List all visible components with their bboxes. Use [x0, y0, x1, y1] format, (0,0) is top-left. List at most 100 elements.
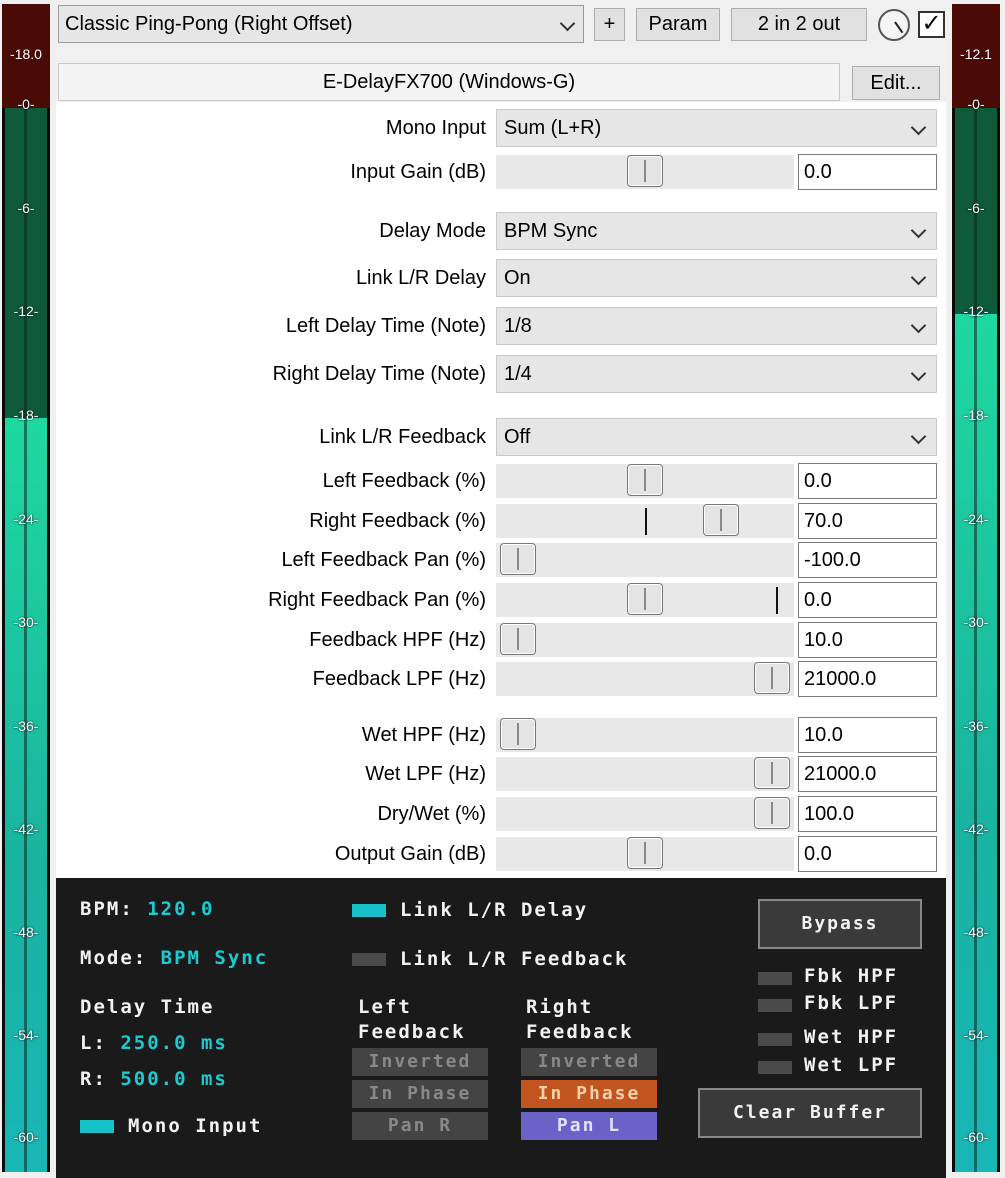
- wet-hpf-field[interactable]: 10.0: [798, 717, 937, 753]
- wet-hpf-slider[interactable]: [496, 718, 794, 752]
- left-feedback-pan-field[interactable]: -100.0: [798, 542, 937, 578]
- param-row-mono-input: Mono Input Sum (L+R): [56, 109, 946, 147]
- edit-button[interactable]: Edit...: [852, 66, 940, 100]
- mode-readout: Mode: BPM Sync: [80, 947, 268, 969]
- meter-center-line: [974, 108, 977, 1172]
- slider-thumb[interactable]: [627, 464, 663, 496]
- link-feedback-select[interactable]: Off: [496, 418, 937, 456]
- chevron-down-icon: [910, 428, 927, 445]
- mono-input-select[interactable]: Sum (L+R): [496, 109, 937, 147]
- left-inverted-indicator: Inverted: [352, 1048, 488, 1076]
- output-gain-field[interactable]: 0.0: [798, 836, 937, 872]
- right-feedback-field[interactable]: 70.0: [798, 503, 937, 539]
- feedback-hpf-field[interactable]: 10.0: [798, 622, 937, 658]
- param-label: Dry/Wet (%): [377, 803, 486, 825]
- clear-buffer-button[interactable]: Clear Buffer: [698, 1088, 922, 1138]
- left-delay-note-select[interactable]: 1/8: [496, 307, 937, 345]
- mono-input-label: Mono Input: [128, 1115, 263, 1137]
- left-level-meter: -18.0 -0- -6- -12- -18- -24- -30- -36- -…: [2, 4, 50, 1172]
- param-row-right-delay-note: Right Delay Time (Note) 1/4: [56, 355, 946, 393]
- param-label: Left Feedback Pan (%): [281, 549, 486, 571]
- param-button[interactable]: Param: [636, 8, 720, 41]
- param-row-feedback-hpf: Feedback HPF (Hz) 10.0: [56, 621, 946, 659]
- right-feedback-pan-slider[interactable]: [496, 583, 794, 617]
- chevron-down-icon: [910, 222, 927, 239]
- slider-thumb[interactable]: [500, 718, 536, 750]
- param-label: Wet HPF (Hz): [361, 724, 486, 746]
- left-feedback-pan-slider[interactable]: [496, 543, 794, 577]
- right-level-meter: -12.1 -0- -6- -12- -18- -24- -30- -36- -…: [952, 4, 1000, 1172]
- l-value: 250.0 ms: [120, 1032, 228, 1054]
- param-label: Wet LPF (Hz): [365, 763, 486, 785]
- fbk-hpf-label: Fbk HPF: [804, 965, 899, 987]
- mode-label: Mode:: [80, 947, 148, 969]
- link-feedback-label: Link L/R Feedback: [400, 948, 629, 970]
- add-preset-button[interactable]: +: [594, 8, 625, 41]
- meter-tick: -12-: [13, 303, 39, 319]
- param-row-left-feedback-pan: Left Feedback Pan (%) -100.0: [56, 541, 946, 579]
- param-row-output-gain: Output Gain (dB) 0.0: [56, 835, 946, 873]
- right-feedback-title: Right: [526, 996, 594, 1018]
- dry-wet-field[interactable]: 100.0: [798, 796, 937, 832]
- wet-lpf-field[interactable]: 21000.0: [798, 756, 937, 792]
- link-delay-select[interactable]: On: [496, 259, 937, 297]
- input-gain-field[interactable]: 0.0: [798, 154, 937, 190]
- bypass-button[interactable]: Bypass: [758, 899, 922, 949]
- right-delay-note-select[interactable]: 1/4: [496, 355, 937, 393]
- meter-tick: -24-: [13, 511, 39, 527]
- dry-wet-slider[interactable]: [496, 797, 794, 831]
- right-pan-indicator: Pan L: [521, 1112, 657, 1140]
- slider-thumb[interactable]: [500, 543, 536, 575]
- l-label: L:: [80, 1032, 107, 1054]
- feedback-lpf-field[interactable]: 21000.0: [798, 661, 937, 697]
- wet-lpf-indicator: [758, 1061, 792, 1074]
- slider-thumb[interactable]: [500, 623, 536, 655]
- left-feedback-title-2: Feedback: [358, 1021, 466, 1043]
- input-gain-slider[interactable]: [496, 155, 794, 189]
- right-feedback-slider[interactable]: [496, 504, 794, 538]
- slider-thumb[interactable]: [627, 583, 663, 615]
- right-phase-indicator: In Phase: [521, 1080, 657, 1108]
- delay-mode-select[interactable]: BPM Sync: [496, 212, 937, 250]
- select-value: Sum (L+R): [504, 117, 602, 139]
- select-value: On: [504, 267, 531, 289]
- right-inverted-indicator: Inverted: [521, 1048, 657, 1076]
- slider-default-marker: [776, 587, 779, 614]
- meter-tick: -42-: [963, 821, 989, 837]
- param-label: Feedback HPF (Hz): [309, 629, 486, 651]
- feedback-lpf-slider[interactable]: [496, 662, 794, 696]
- select-value: 1/8: [504, 315, 532, 337]
- meter-center-line: [24, 108, 27, 1172]
- r-value: 500.0 ms: [120, 1068, 228, 1090]
- slider-thumb[interactable]: [754, 797, 790, 829]
- select-value: Off: [504, 426, 531, 448]
- meter-tick: -60-: [13, 1129, 39, 1145]
- slider-thumb[interactable]: [703, 504, 740, 536]
- io-routing-button[interactable]: 2 in 2 out: [731, 8, 867, 41]
- slider-thumb[interactable]: [754, 757, 790, 789]
- meter-tick: -48-: [13, 924, 39, 940]
- left-feedback-slider[interactable]: [496, 464, 794, 498]
- wet-lpf-slider[interactable]: [496, 757, 794, 791]
- param-label: Right Feedback Pan (%): [268, 589, 486, 611]
- slider-thumb[interactable]: [754, 662, 790, 694]
- slider-thumb[interactable]: [627, 837, 663, 869]
- left-feedback-field[interactable]: 0.0: [798, 463, 937, 499]
- bpm-value: 120.0: [147, 898, 215, 920]
- link-delay-label: Link L/R Delay: [400, 899, 589, 921]
- chevron-down-icon: [910, 119, 927, 136]
- output-gain-slider[interactable]: [496, 837, 794, 871]
- param-label: Left Delay Time (Note): [285, 315, 486, 337]
- preset-dropdown[interactable]: Classic Ping-Pong (Right Offset): [58, 5, 584, 43]
- fx-enabled-checkbox[interactable]: ✓: [918, 11, 945, 38]
- bpm-readout: BPM: 120.0: [80, 898, 214, 920]
- chevron-down-icon: [910, 317, 927, 334]
- meter-tick: -30-: [13, 614, 39, 630]
- right-feedback-pan-field[interactable]: 0.0: [798, 582, 937, 618]
- left-feedback-title: Left: [358, 996, 412, 1018]
- feedback-hpf-slider[interactable]: [496, 623, 794, 657]
- wet-mix-knob-icon[interactable]: [878, 9, 910, 41]
- wet-lpf-label: Wet LPF: [804, 1054, 899, 1076]
- slider-thumb[interactable]: [627, 155, 663, 187]
- select-value: BPM Sync: [504, 220, 598, 242]
